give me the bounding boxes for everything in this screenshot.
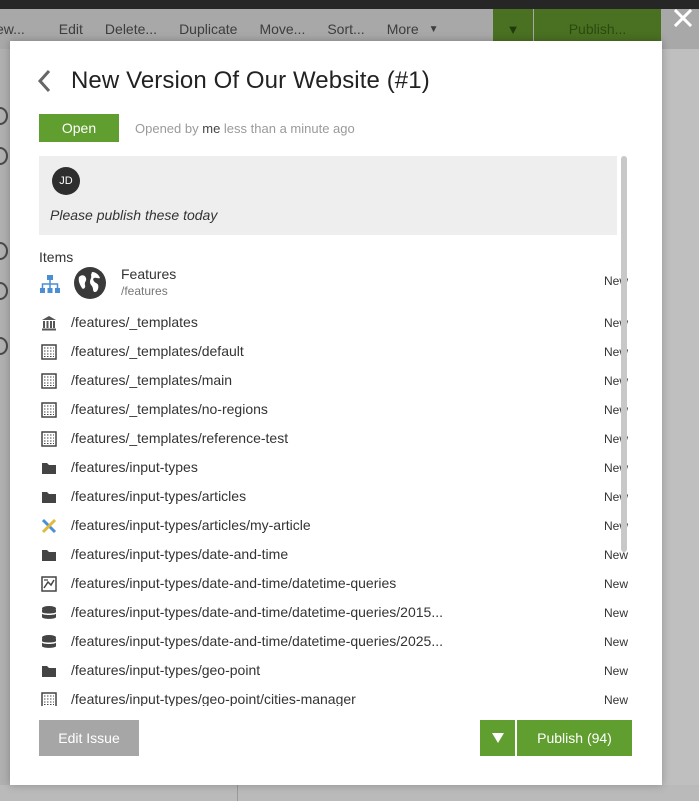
publish-button[interactable]: Publish (94) xyxy=(517,720,632,756)
list-item[interactable]: /features/_templates/default New xyxy=(39,338,633,367)
list-item[interactable]: /features/input-types/date-and-time/date… xyxy=(39,570,633,599)
comment-box: JD Please publish these today xyxy=(39,156,617,235)
item-path: /features/input-types/geo-point xyxy=(71,662,261,678)
item-path: /features/_templates/main xyxy=(71,372,233,388)
opened-prefix: Opened by xyxy=(135,120,199,136)
item-path: /features/input-types/date-and-time/date… xyxy=(71,604,443,620)
list-item[interactable]: /features/input-types New xyxy=(39,454,633,483)
list-item[interactable]: /features/input-types/articles/my-articl… xyxy=(39,512,633,541)
background-item-icon xyxy=(0,242,8,260)
toolbar-more-label: More xyxy=(386,21,419,37)
items-heading: Items xyxy=(39,249,74,265)
toolbar-delete-button[interactable]: Delete... xyxy=(94,21,168,37)
folder-icon xyxy=(41,460,57,476)
opened-by: me xyxy=(202,120,221,136)
top-strip xyxy=(0,0,699,9)
caret-down-icon: ▼ xyxy=(428,23,439,35)
background-item-icon xyxy=(0,147,8,165)
caret-down-icon: ▼ xyxy=(506,21,520,37)
scrollbar[interactable] xyxy=(621,156,629,706)
list-item[interactable]: /features/input-types/articles New xyxy=(39,483,633,512)
issue-content-scroll[interactable]: JD Please publish these today Items Feat… xyxy=(39,156,633,706)
database-icon xyxy=(41,634,57,650)
root-item-name: Features xyxy=(121,266,177,282)
opened-time: less than a minute ago xyxy=(223,120,355,136)
toolbar-more-button[interactable]: More ▼ xyxy=(376,21,450,37)
toolbar-new-button[interactable]: ew... xyxy=(0,21,36,37)
toolbar-edit-button[interactable]: Edit xyxy=(48,21,94,37)
list-item[interactable]: /features/_templates New xyxy=(39,309,633,338)
list-item[interactable]: Features /features New xyxy=(39,265,633,309)
issue-status-row: Open Opened by me less than a minute ago xyxy=(39,114,355,142)
background-item-icon xyxy=(0,107,8,125)
list-item[interactable]: /features/input-types/geo-point/cities-m… xyxy=(39,686,633,706)
content-type-icon xyxy=(41,518,57,534)
item-path: /features/input-types/date-and-time/date… xyxy=(71,633,443,649)
item-path: /features/input-types/articles/my-articl… xyxy=(71,517,311,533)
background-tree-edge xyxy=(0,49,10,801)
root-item-path: /features xyxy=(121,284,168,298)
item-path: /features/input-types/date-and-time/date… xyxy=(71,575,397,591)
item-path: /features/_templates/reference-test xyxy=(71,430,289,446)
background-item-icon xyxy=(0,337,8,355)
template-folder-icon xyxy=(41,315,57,331)
list-item[interactable]: /features/_templates/reference-test New xyxy=(39,425,633,454)
item-path: /features/input-types/date-and-time xyxy=(71,546,289,562)
dialog-footer: Edit Issue Publish (94) xyxy=(39,720,633,756)
toolbar-sort-button[interactable]: Sort... xyxy=(316,21,375,37)
background-bottom xyxy=(0,785,699,801)
page-template-icon xyxy=(41,431,57,447)
item-path: /features/input-types/geo-point/cities-m… xyxy=(71,691,356,706)
issue-dialog: New Version Of Our Website (#1) Open Ope… xyxy=(10,41,662,785)
list-item[interactable]: /features/input-types/date-and-time/date… xyxy=(39,599,633,628)
item-path: /features/_templates/default xyxy=(71,343,244,359)
scrollbar-thumb[interactable] xyxy=(621,156,627,552)
opened-info: Opened by me less than a minute ago xyxy=(135,121,355,136)
dialog-title: New Version Of Our Website (#1) xyxy=(71,67,430,94)
caret-down-icon xyxy=(491,733,504,743)
list-item[interactable]: /features/input-types/geo-point New xyxy=(39,657,633,686)
edit-issue-button[interactable]: Edit Issue xyxy=(39,720,139,756)
list-item[interactable]: /features/input-types/date-and-time/date… xyxy=(39,628,633,657)
globe-icon xyxy=(73,266,107,300)
page-template-icon xyxy=(41,373,57,389)
page-template-icon xyxy=(41,692,57,706)
folder-icon xyxy=(41,663,57,679)
dialog-header: New Version Of Our Website (#1) xyxy=(37,63,430,99)
list-item[interactable]: /features/_templates/main New xyxy=(39,367,633,396)
item-path: /features/_templates xyxy=(71,314,198,330)
list-item[interactable]: /features/input-types/date-and-time New xyxy=(39,541,633,570)
folder-icon xyxy=(41,489,57,505)
comment-text: Please publish these today xyxy=(50,207,218,223)
avatar: JD xyxy=(52,167,80,195)
status-badge[interactable]: Open xyxy=(39,114,119,142)
items-list: /features/_templates New/features/_templa… xyxy=(39,309,633,706)
back-arrow-icon[interactable] xyxy=(37,66,57,96)
item-path: /features/input-types xyxy=(71,459,198,475)
query-icon xyxy=(41,576,57,592)
toolbar-move-button[interactable]: Move... xyxy=(248,21,316,37)
background-item-icon xyxy=(0,282,8,300)
page-template-icon xyxy=(41,402,57,418)
item-path: /features/_templates/no-regions xyxy=(71,401,268,417)
folder-icon xyxy=(41,547,57,563)
publish-dropdown-button[interactable] xyxy=(480,720,515,756)
site-tree-icon xyxy=(39,273,61,295)
toolbar-duplicate-button[interactable]: Duplicate xyxy=(168,21,248,37)
database-icon xyxy=(41,605,57,621)
page-template-icon xyxy=(41,344,57,360)
item-path: /features/input-types/articles xyxy=(71,488,247,504)
close-icon[interactable] xyxy=(672,8,694,30)
list-item[interactable]: /features/_templates/no-regions New xyxy=(39,396,633,425)
